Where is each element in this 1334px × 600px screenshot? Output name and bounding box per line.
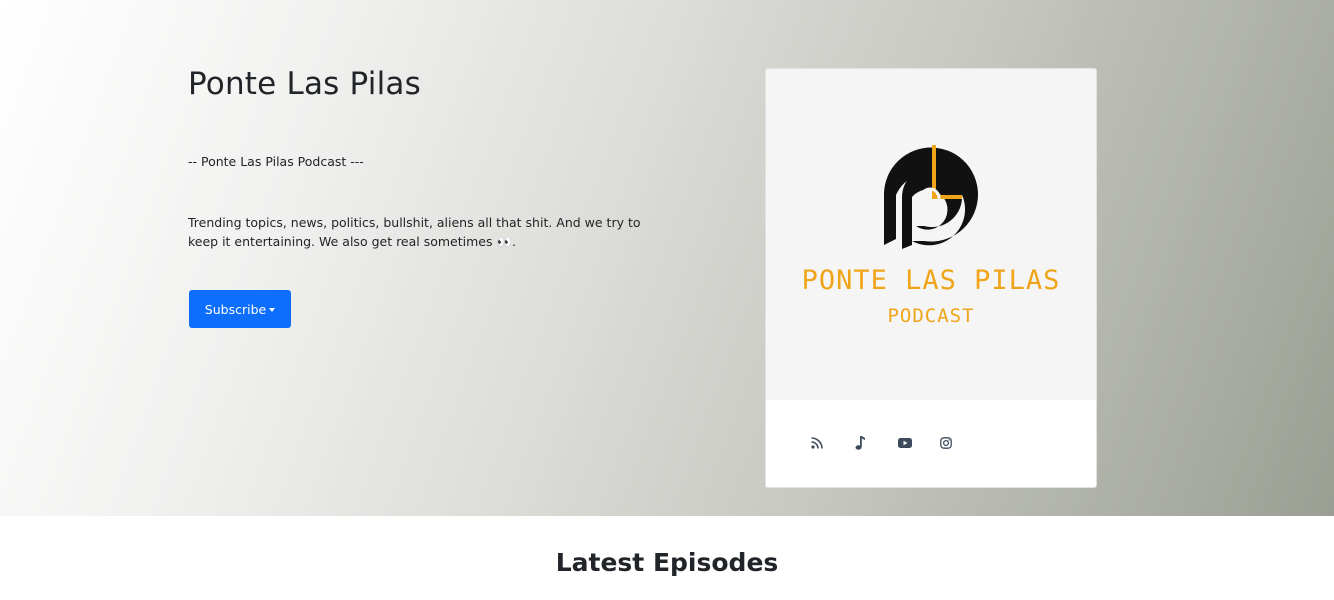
- subscribe-links: [766, 400, 1096, 487]
- podcast-tagline: -- Ponte Las Pilas Podcast ---: [188, 154, 364, 169]
- hero-section: Ponte Las Pilas -- Ponte Las Pilas Podca…: [0, 0, 1334, 516]
- podcast-description: Trending topics, news, politics, bullshi…: [188, 215, 641, 249]
- podcast-cover-art: PONTE LAS PILAS PODCAST: [766, 69, 1096, 400]
- podcast-title: Ponte Las Pilas: [188, 66, 421, 102]
- latest-episodes-heading: Latest Episodes: [555, 548, 779, 577]
- rss-icon[interactable]: [810, 436, 824, 450]
- subscribe-button[interactable]: Subscribe: [189, 290, 291, 328]
- instagram-icon[interactable]: [939, 436, 953, 450]
- cover-title: PONTE LAS PILAS: [801, 265, 1061, 296]
- youtube-icon[interactable]: [898, 436, 912, 450]
- podcast-logo-mark: [883, 145, 978, 249]
- caret-down-icon: [269, 307, 276, 312]
- subscribe-button-label: Subscribe: [204, 301, 267, 317]
- cover-subtitle: PODCAST: [887, 305, 975, 327]
- music-note-icon[interactable]: [853, 436, 867, 450]
- podcast-card: PONTE LAS PILAS PODCAST: [765, 68, 1097, 488]
